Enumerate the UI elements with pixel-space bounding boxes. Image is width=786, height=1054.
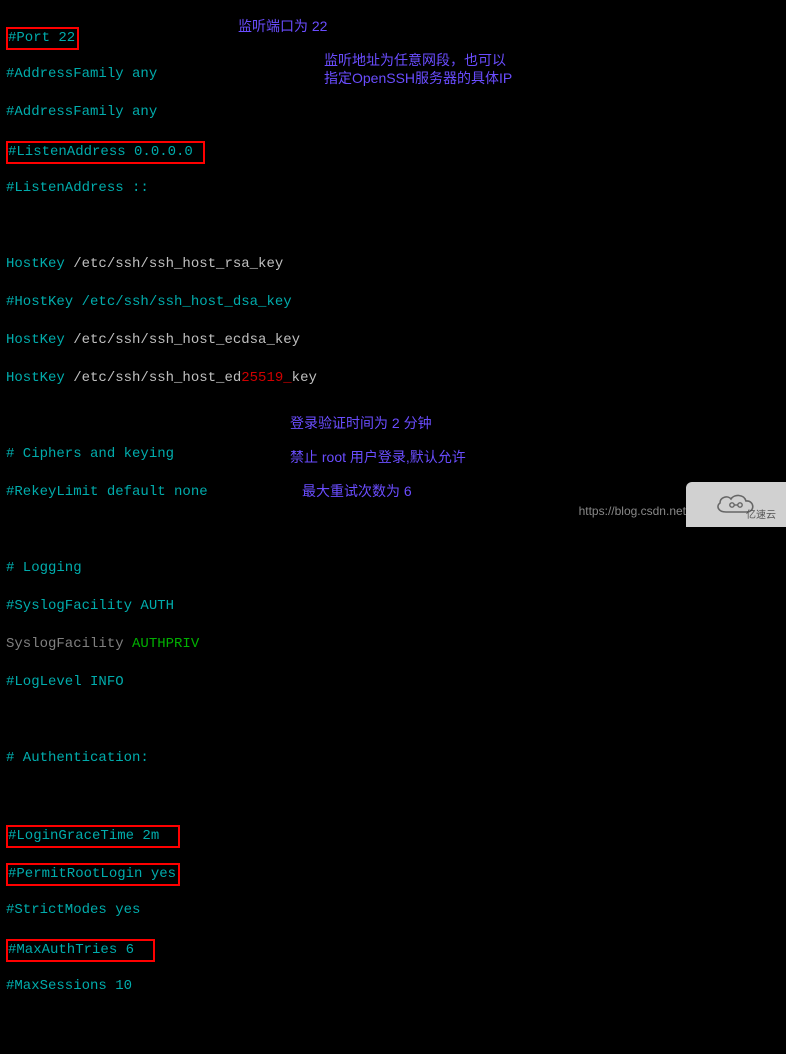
line-addressfamily-2: #AddressFamily any — [6, 103, 780, 122]
annotation-logingracetime: 登录验证时间为 2 分钟 — [290, 414, 432, 432]
annotation-maxauthtries: 最大重试次数为 6 — [302, 482, 412, 500]
line-hostkey-dsa: #HostKey /etc/ssh/ssh_host_dsa_key — [6, 293, 780, 312]
blank-line — [6, 521, 780, 540]
line-hostkey-ecdsa: HostKey /etc/ssh/ssh_host_ecdsa_key — [6, 331, 780, 350]
blank-line — [6, 711, 780, 730]
line-maxauthtries: #MaxAuthTries 6 — [6, 939, 780, 958]
line-syslogfacility-comment: #SyslogFacility AUTH — [6, 597, 780, 616]
line-permitrootlogin: #PermitRootLogin yes — [6, 863, 780, 882]
line-logging: # Logging — [6, 559, 780, 578]
watermark-brand: 亿速云 — [746, 506, 776, 525]
annotation-listenaddress: 监听地址为任意网段，也可以 指定OpenSSH服务器的具体IP — [324, 51, 512, 87]
line-logingracetime: #LoginGraceTime 2m — [6, 825, 780, 844]
blank-line — [6, 787, 780, 806]
config-code-block: #Port 22 #AddressFamily any #AddressFami… — [0, 0, 786, 1054]
line-strictmodes: #StrictModes yes — [6, 901, 780, 920]
line-authentication: # Authentication: — [6, 749, 780, 768]
blank-line — [6, 217, 780, 236]
line-listenaddress: #ListenAddress 0.0.0.0 — [6, 141, 780, 160]
line-loglevel: #LogLevel INFO — [6, 673, 780, 692]
annotation-port: 监听端口为 22 — [238, 17, 327, 35]
watermark-url: https://blog.csdn.net — [579, 502, 686, 521]
line-syslogfacility: SyslogFacility AUTHPRIV — [6, 635, 780, 654]
line-hostkey-ed25519: HostKey /etc/ssh/ssh_host_ed25519_key — [6, 369, 780, 388]
line-listenaddress6: #ListenAddress :: — [6, 179, 780, 198]
blank-line — [6, 1015, 780, 1034]
line-hostkey-rsa: HostKey /etc/ssh/ssh_host_rsa_key — [6, 255, 780, 274]
line-maxsessions: #MaxSessions 10 — [6, 977, 780, 996]
line-port: #Port 22 — [6, 27, 780, 46]
annotation-permitrootlogin: 禁止 root 用户登录,默认允许 — [290, 448, 466, 466]
